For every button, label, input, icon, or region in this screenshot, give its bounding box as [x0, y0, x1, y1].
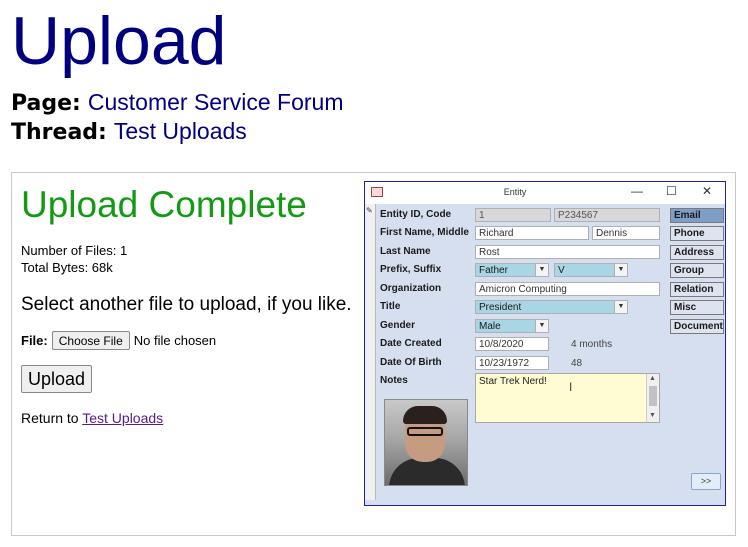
last-name-field: Rost	[475, 245, 660, 259]
entity-code-field: P234567	[554, 208, 660, 222]
chevron-down-icon: ▼	[535, 320, 548, 332]
title-combo: President ▼	[475, 300, 628, 314]
close-icon: ✕	[702, 184, 713, 198]
entity-id-field: 1	[475, 208, 551, 222]
gender-label: Gender	[380, 320, 416, 331]
prefix-label: Prefix, Suffix	[380, 264, 442, 275]
window-title: Entity	[503, 187, 527, 197]
first-name-label: First Name, Middle	[380, 227, 469, 238]
thread-label: Thread:	[11, 120, 107, 145]
photo-hair	[403, 406, 447, 424]
organization-field: Amicron Computing	[475, 282, 660, 296]
return-prefix: Return to	[21, 410, 79, 426]
gender-combo: Male ▼	[475, 319, 549, 333]
chevron-down-icon: ▼	[649, 412, 656, 419]
email-button: Email	[670, 208, 724, 223]
chevron-down-icon: ▼	[614, 264, 627, 276]
first-name-field: Richard	[475, 226, 589, 240]
chevron-up-icon: ▲	[649, 375, 656, 382]
middle-name-field: Dennis	[592, 226, 660, 240]
window-titlebar: Entity — ☐ ✕	[365, 182, 725, 204]
phone-button: Phone	[670, 226, 724, 241]
next-record-button: >>	[691, 473, 721, 490]
date-created-label: Date Created	[380, 338, 442, 349]
maximize-icon: ☐	[666, 184, 677, 198]
title-label: Title	[380, 301, 401, 312]
upload-button[interactable]: Upload	[21, 365, 93, 393]
prefix-value: Father	[479, 265, 508, 276]
age-value: 48	[571, 358, 583, 369]
photo-glasses	[407, 427, 443, 436]
scrollbar-thumb	[649, 386, 657, 406]
dob-label: Date Of Birth	[380, 357, 442, 368]
relation-button: Relation	[670, 282, 724, 297]
prefix-combo: Father ▼	[475, 263, 549, 277]
page-label: Page:	[11, 91, 81, 116]
return-line: Return to Test Uploads	[21, 409, 163, 427]
chevron-down-icon: ▼	[614, 301, 627, 313]
thread-breadcrumb: Thread: Test Uploads	[11, 118, 247, 146]
last-name-label: Last Name	[380, 246, 431, 257]
document-button: Document	[670, 319, 724, 334]
photo-body	[389, 458, 465, 485]
profile-photo	[384, 399, 468, 486]
text-cursor-icon: I	[569, 380, 573, 394]
page-breadcrumb: Page: Customer Service Forum	[11, 89, 343, 117]
date-created-field: 10/8/2020	[475, 337, 549, 351]
pencil-icon: ✎	[366, 206, 373, 215]
choose-file-button[interactable]: Choose File	[51, 331, 130, 350]
group-button: Group	[670, 263, 724, 278]
chevron-down-icon: ▼	[535, 264, 548, 276]
notes-value: Star Trek Nerd!	[479, 376, 547, 387]
dob-field: 10/23/1972	[475, 356, 549, 370]
date-created-age: 4 months	[571, 339, 613, 350]
page-title: Upload	[11, 3, 227, 79]
address-button: Address	[670, 245, 724, 260]
uploaded-screenshot-preview: Entity — ☐ ✕ ✎ Entity ID, Code 1 P234567…	[364, 181, 726, 506]
suffix-combo: V ▼	[554, 263, 628, 277]
gender-value: Male	[479, 321, 501, 332]
total-bytes: Total Bytes: 68k	[21, 260, 113, 275]
file-label: File:	[21, 332, 48, 348]
notes-scrollbar: ▲ ▼	[646, 374, 659, 422]
notes-label: Notes	[380, 375, 408, 386]
return-link[interactable]: Test Uploads	[82, 410, 163, 426]
title-value: President	[479, 302, 522, 313]
file-count: Number of Files: 1	[21, 243, 128, 258]
misc-button: Misc	[670, 300, 724, 315]
no-file-text: No file chosen	[133, 332, 217, 348]
organization-label: Organization	[380, 283, 442, 294]
entity-id-label: Entity ID, Code	[380, 209, 452, 220]
record-selector: ✎	[365, 204, 376, 500]
upload-prompt: Select another file to upload, if you li…	[21, 294, 352, 315]
page-value: Customer Service Forum	[87, 89, 344, 115]
upload-complete-heading: Upload Complete	[21, 184, 307, 225]
suffix-value: V	[558, 265, 565, 276]
file-input-row: File: Choose File No file chosen	[21, 331, 216, 350]
minimize-icon: —	[631, 184, 643, 198]
notes-field: Star Trek Nerd! ▲ ▼	[475, 373, 660, 423]
thread-value: Test Uploads	[113, 118, 247, 144]
